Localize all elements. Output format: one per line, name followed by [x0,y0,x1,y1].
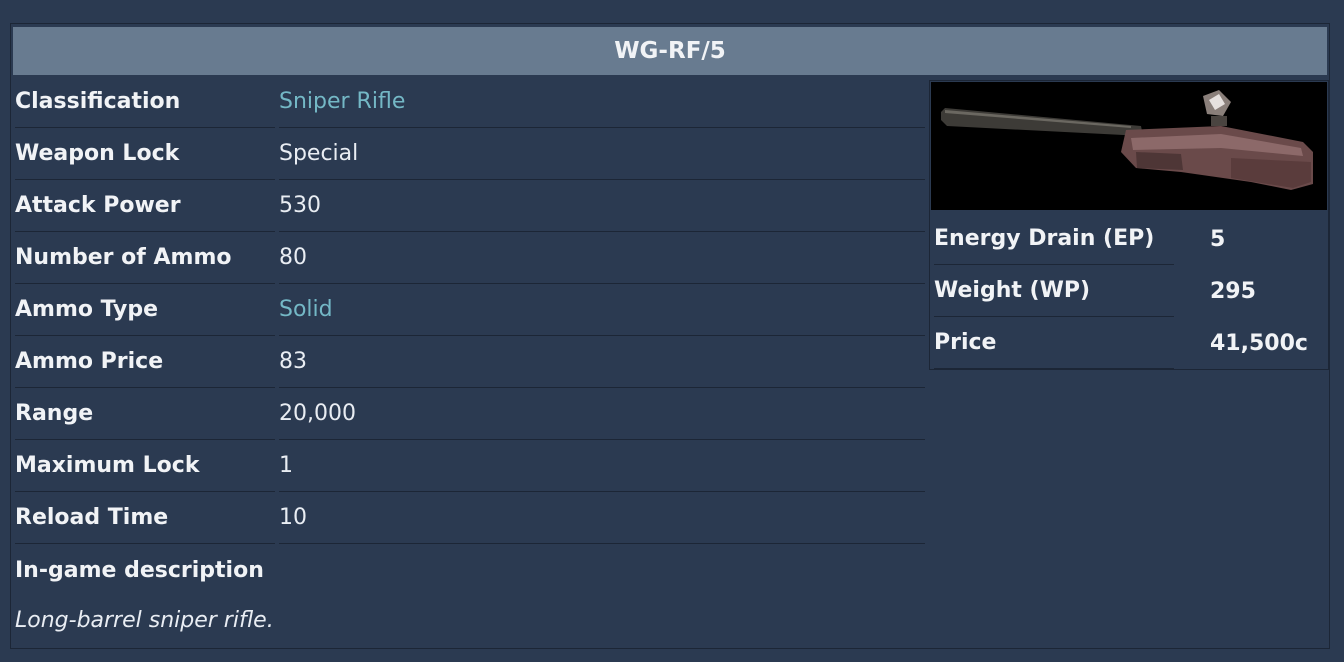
side-stats: Energy Drain (EP) 5 Weight (WP) 295 Pric… [934,213,1324,369]
stat-label-energy-drain: Energy Drain (EP) [934,213,1174,265]
table-row: Reload Time 10 [15,492,925,544]
classification-link[interactable]: Sniper Rifle [279,76,925,128]
table-row: Range 20,000 [15,388,925,440]
row-value-attack-power: 530 [279,180,925,232]
table-row: Number of Ammo 80 [15,232,925,284]
row-value-reload-time: 10 [279,492,925,544]
stat-value-energy-drain: 5 [1210,226,1226,252]
table-row: Maximum Lock 1 [15,440,925,492]
row-label-attack-power: Attack Power [15,180,275,232]
row-label-maximum-lock: Maximum Lock [15,440,275,492]
ammo-type-link[interactable]: Solid [279,284,925,336]
stat-value-price: 41,500c [1210,330,1308,356]
infobox-title: WG-RF/5 [13,27,1327,75]
row-label-number-of-ammo: Number of Ammo [15,232,275,284]
description-heading: In-game description [15,557,264,583]
table-row: Ammo Type Solid [15,284,925,336]
row-label-weapon-lock: Weapon Lock [15,128,275,180]
row-value-maximum-lock: 1 [279,440,925,492]
table-row: Weapon Lock Special [15,128,925,180]
list-item: Weight (WP) 295 [934,265,1324,317]
weapon-infobox: WG-RF/5 Classification Sniper Rifle Weap… [10,23,1330,649]
stat-label-price: Price [934,317,1174,369]
sniper-rifle-image [931,82,1327,210]
row-value-weapon-lock: Special [279,128,925,180]
row-value-ammo-price: 83 [279,336,925,388]
stat-value-weight: 295 [1210,278,1256,304]
weapon-image [931,82,1327,210]
side-panel: Energy Drain (EP) 5 Weight (WP) 295 Pric… [929,80,1329,370]
table-row: Attack Power 530 [15,180,925,232]
row-label-reload-time: Reload Time [15,492,275,544]
list-item: Energy Drain (EP) 5 [934,213,1324,265]
row-label-ammo-type: Ammo Type [15,284,275,336]
stats-table: Classification Sniper Rifle Weapon Lock … [15,76,925,644]
stat-label-weight: Weight (WP) [934,265,1174,317]
list-item: Price 41,500c [934,317,1324,369]
row-value-range: 20,000 [279,388,925,440]
row-label-range: Range [15,388,275,440]
row-value-number-of-ammo: 80 [279,232,925,284]
table-row: Ammo Price 83 [15,336,925,388]
table-row: Classification Sniper Rifle [15,76,925,128]
description-text: Long-barrel sniper rifle. [15,607,274,633]
row-label-classification: Classification [15,76,275,128]
row-label-ammo-price: Ammo Price [15,336,275,388]
